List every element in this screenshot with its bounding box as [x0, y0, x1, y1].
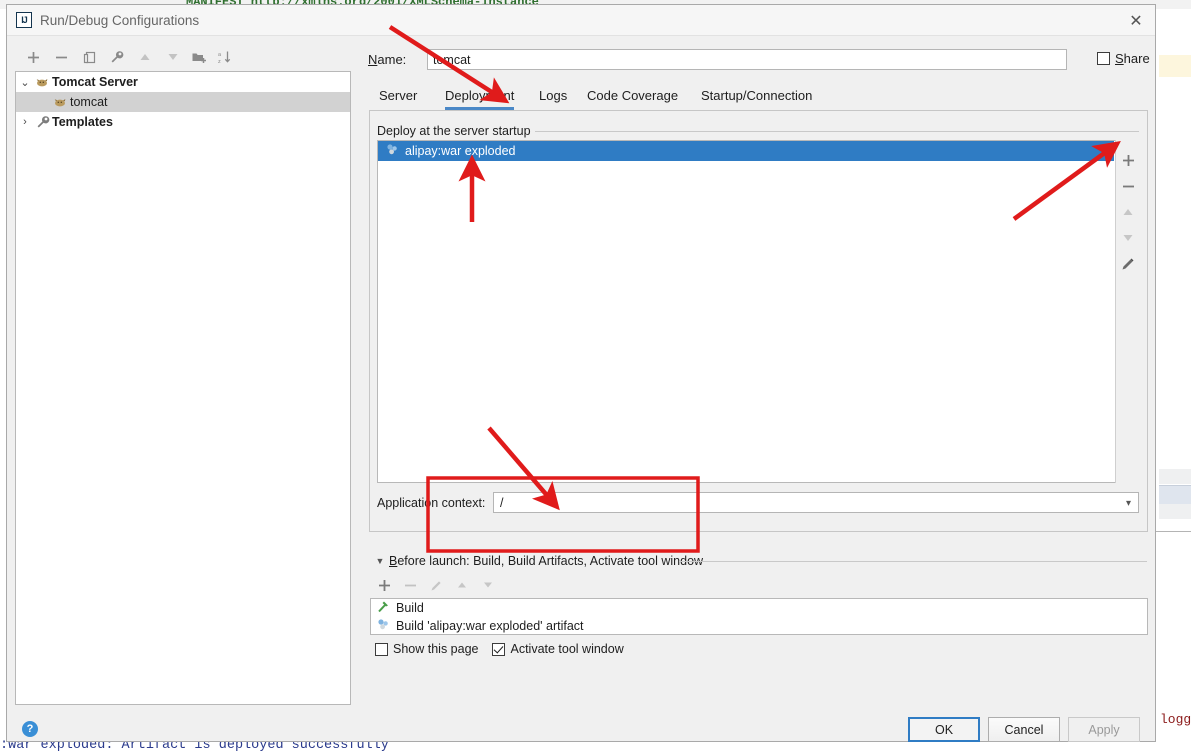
- activate-tool-window-checkbox-group[interactable]: Activate tool window: [492, 642, 624, 656]
- move-artifact-up-button[interactable]: [1116, 200, 1140, 224]
- chevron-down-icon[interactable]: ▾: [1126, 498, 1131, 509]
- list-item[interactable]: Build: [371, 599, 1147, 617]
- share-checkbox[interactable]: [1097, 52, 1110, 65]
- intellij-idea-icon: IJ: [16, 12, 32, 28]
- tab-logs[interactable]: Logs: [539, 83, 567, 108]
- ide-right-divider: [1156, 531, 1191, 532]
- dialog-title: Run/Debug Configurations: [40, 13, 200, 28]
- build-hammer-icon: [377, 600, 390, 616]
- artifact-icon: [377, 618, 390, 634]
- new-folder-button[interactable]: [187, 45, 211, 69]
- show-this-page-checkbox-group[interactable]: Show this page: [375, 642, 478, 656]
- before-launch-task-list[interactable]: Build Build 'alipay:war exploded' artifa…: [370, 598, 1148, 635]
- list-item[interactable]: alipay:war exploded: [378, 141, 1114, 161]
- tab-label: Code Coverage: [587, 88, 679, 103]
- dialog-title-bar: IJ Run/Debug Configurations ✕: [7, 5, 1155, 36]
- edit-artifact-pencil-icon[interactable]: [1116, 252, 1140, 276]
- help-icon[interactable]: ?: [22, 721, 38, 737]
- tab-label: Deployment: [445, 88, 515, 103]
- ide-right-row-selected: [1159, 485, 1191, 505]
- wrench-icon: [34, 115, 52, 129]
- ide-right-row-a: [1159, 469, 1191, 484]
- application-context-value: /: [500, 496, 504, 510]
- remove-task-button[interactable]: [397, 573, 423, 597]
- configuration-tabs: Server Deployment Logs Code Coverage Sta…: [369, 83, 1149, 110]
- tab-code-coverage[interactable]: Code Coverage: [587, 83, 678, 108]
- tree-item-label: Tomcat Server: [52, 75, 138, 89]
- move-task-down-button[interactable]: [475, 573, 501, 597]
- move-task-up-button[interactable]: [449, 573, 475, 597]
- before-launch-options: Show this page Activate tool window: [375, 642, 624, 656]
- tree-item-tomcat[interactable]: tomcat: [16, 92, 350, 112]
- before-launch-title: Before launch: Build, Build Artifacts, A…: [389, 554, 704, 568]
- cancel-button[interactable]: Cancel: [988, 717, 1060, 742]
- share-label: Share: [1115, 51, 1150, 66]
- apply-button[interactable]: Apply: [1068, 717, 1140, 742]
- tab-deployment[interactable]: Deployment: [445, 83, 515, 110]
- list-item-label: Build: [396, 601, 424, 615]
- configurations-tree[interactable]: ⌄ Tomcat Server tomcat › Templates: [15, 71, 351, 705]
- application-context-label: Application context:: [377, 496, 486, 510]
- edit-task-pencil-icon[interactable]: [423, 573, 449, 597]
- ide-right-panel: [1156, 9, 1191, 754]
- show-this-page-label: Show this page: [393, 642, 479, 656]
- deployment-artifacts-list[interactable]: alipay:war exploded: [377, 140, 1139, 483]
- activate-tool-window-checkbox[interactable]: [492, 642, 506, 656]
- tree-item-label: tomcat: [70, 95, 108, 109]
- tree-item-label: Templates: [52, 115, 113, 129]
- application-context-combobox[interactable]: / ▾: [493, 492, 1139, 513]
- before-launch-separator: [679, 561, 1147, 562]
- sort-configurations-button[interactable]: a z: [213, 45, 237, 69]
- tab-server[interactable]: Server: [379, 83, 417, 108]
- move-configuration-down-button[interactable]: [161, 45, 185, 69]
- move-artifact-down-button[interactable]: [1116, 226, 1140, 250]
- run-debug-configurations-dialog: IJ Run/Debug Configurations ✕ a z ⌄ Tomc…: [6, 4, 1156, 742]
- ide-right-row-c: [1159, 504, 1191, 519]
- remove-artifact-button[interactable]: [1116, 174, 1140, 198]
- remove-configuration-button[interactable]: [49, 45, 73, 69]
- deploy-group-title: Deploy at the server startup: [377, 124, 535, 138]
- ide-right-highlight-row: [1159, 55, 1191, 77]
- chevron-down-icon[interactable]: ⌄: [16, 76, 34, 89]
- list-item-label: alipay:war exploded: [405, 144, 516, 158]
- add-configuration-button[interactable]: [21, 45, 45, 69]
- ide-right-log-text: loggi: [1160, 712, 1191, 727]
- edit-templates-wrench-button[interactable]: [105, 45, 129, 69]
- add-artifact-button[interactable]: [1116, 148, 1140, 172]
- move-configuration-up-button[interactable]: [133, 45, 157, 69]
- share-checkbox-group[interactable]: Share: [1097, 51, 1150, 66]
- svg-text:a: a: [218, 52, 222, 58]
- triangle-down-icon[interactable]: ▼: [373, 554, 387, 568]
- group-separator-line: [519, 131, 1139, 132]
- add-task-button[interactable]: [371, 573, 397, 597]
- svg-text:z: z: [218, 59, 221, 64]
- activate-tool-window-label: Activate tool window: [510, 642, 624, 656]
- list-item[interactable]: Build 'alipay:war exploded' artifact: [371, 617, 1147, 635]
- screenshot-root: MANIFEST http://xmlns.org/2001/XMLSchema…: [0, 0, 1191, 754]
- tab-label: Server: [379, 88, 418, 103]
- tab-label: Startup/Connection: [701, 88, 813, 103]
- name-label: Name:: [368, 52, 407, 67]
- configurations-toolbar: a z: [15, 45, 351, 71]
- tree-item-templates[interactable]: › Templates: [16, 112, 350, 132]
- artifact-list-toolbar: [1115, 140, 1139, 483]
- artifact-icon: [386, 143, 399, 159]
- tab-label: Logs: [539, 88, 568, 103]
- chevron-right-icon[interactable]: ›: [16, 116, 34, 128]
- tomcat-icon: [34, 76, 52, 88]
- ok-button[interactable]: OK: [908, 717, 980, 742]
- tab-startup-connection[interactable]: Startup/Connection: [701, 83, 812, 108]
- tree-item-tomcat-server[interactable]: ⌄ Tomcat Server: [16, 72, 350, 92]
- name-input[interactable]: [427, 49, 1067, 70]
- list-item-label: Build 'alipay:war exploded' artifact: [396, 619, 584, 633]
- show-this-page-checkbox[interactable]: [375, 642, 388, 656]
- close-icon[interactable]: ✕: [1125, 11, 1147, 31]
- before-launch-toolbar: [371, 573, 571, 597]
- tomcat-icon: [52, 96, 70, 108]
- copy-configuration-button[interactable]: [77, 45, 101, 69]
